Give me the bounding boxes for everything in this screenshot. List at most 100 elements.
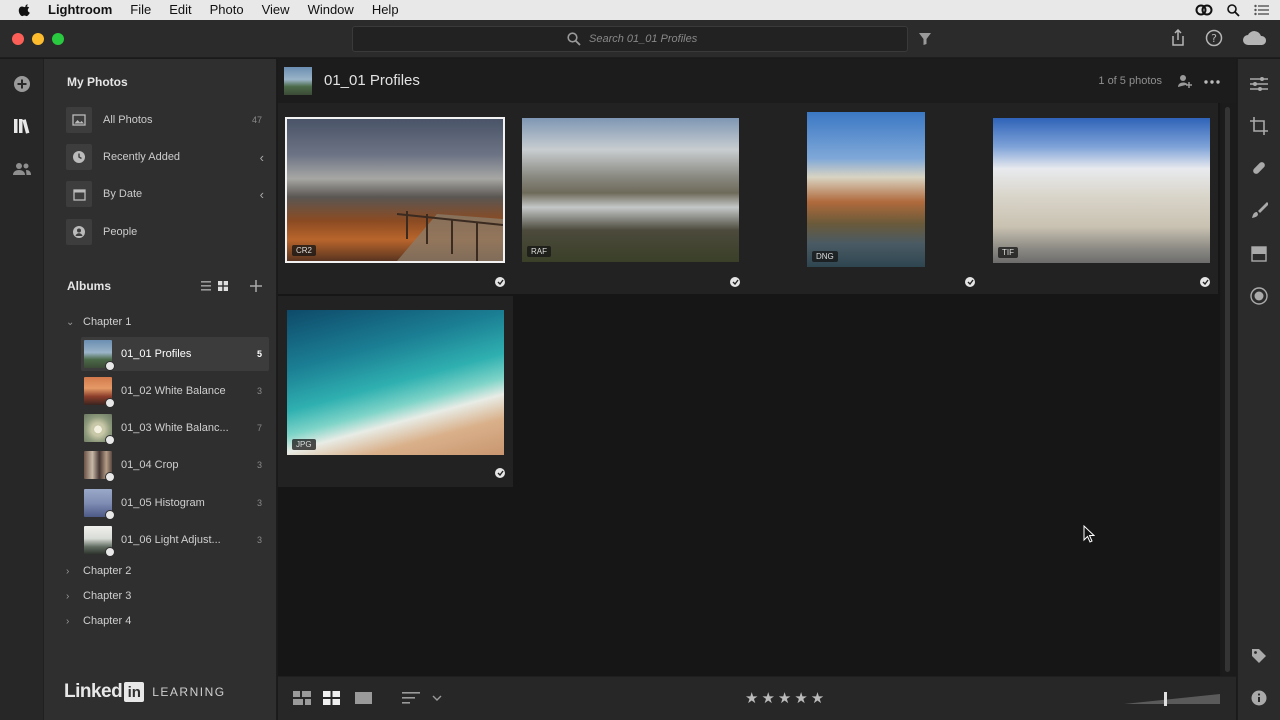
album-item-01-01-profiles[interactable]: 01_01 Profiles 5 bbox=[81, 337, 269, 371]
notification-center-icon[interactable] bbox=[1254, 4, 1270, 16]
menu-view[interactable]: View bbox=[262, 0, 290, 20]
search-input[interactable]: Search 01_01 Profiles bbox=[352, 26, 908, 52]
album-item-01-02-white-balance[interactable]: 01_02 White Balance 3 bbox=[81, 374, 269, 408]
folder-chapter-2[interactable]: › Chapter 2 bbox=[66, 562, 131, 580]
thumbnail-view-icon[interactable] bbox=[218, 281, 228, 291]
album-item-01-05-histogram[interactable]: 01_05 Histogram 3 bbox=[81, 486, 269, 520]
apple-icon[interactable] bbox=[18, 3, 32, 17]
scrollbar-thumb[interactable] bbox=[1225, 107, 1230, 672]
minimize-window-button[interactable] bbox=[32, 33, 44, 45]
photo-capitol[interactable]: TIF bbox=[993, 118, 1210, 263]
add-photos-button[interactable] bbox=[10, 72, 34, 96]
thumbnail-size-slider[interactable] bbox=[1124, 692, 1220, 706]
photo-count: 1 of 5 photos bbox=[1098, 75, 1162, 87]
cloud-sync-icon[interactable] bbox=[1242, 30, 1268, 46]
square-grid-view-icon[interactable] bbox=[293, 691, 311, 705]
chevron-left-icon[interactable]: ‹ bbox=[260, 150, 264, 165]
synced-check-icon bbox=[965, 277, 975, 287]
photo-palms-building[interactable]: DNG bbox=[807, 112, 925, 267]
album-thumbnail bbox=[84, 377, 115, 408]
shared-panel-button[interactable] bbox=[10, 157, 34, 181]
sidebar-item-recently-added[interactable]: Recently Added ‹ bbox=[66, 142, 270, 172]
grid-scrollbar[interactable] bbox=[1222, 103, 1236, 676]
photo-grid-view-icon[interactable] bbox=[323, 691, 340, 705]
spotlight-search-icon[interactable] bbox=[1227, 3, 1240, 17]
healing-brush-button[interactable] bbox=[1249, 158, 1269, 178]
menu-help[interactable]: Help bbox=[372, 0, 399, 20]
album-label: 01_05 Histogram bbox=[121, 497, 205, 509]
radial-gradient-icon bbox=[1250, 287, 1268, 305]
album-thumbnail bbox=[84, 489, 115, 520]
synced-check-icon bbox=[495, 277, 505, 287]
crop-icon bbox=[1250, 117, 1268, 135]
album-count: 3 bbox=[256, 460, 262, 470]
album-title: 01_01 Profiles bbox=[324, 72, 420, 89]
folder-chapter-4[interactable]: › Chapter 4 bbox=[66, 612, 131, 630]
linear-gradient-icon bbox=[1251, 246, 1267, 262]
chevron-down-icon[interactable] bbox=[432, 695, 442, 701]
clock-icon bbox=[73, 151, 85, 163]
folder-label: Chapter 1 bbox=[83, 316, 132, 328]
my-photos-panel-button[interactable] bbox=[10, 114, 34, 138]
photo-tile[interactable]: DNG bbox=[748, 103, 983, 294]
edit-panel-button[interactable] bbox=[1249, 74, 1269, 94]
radial-gradient-button[interactable] bbox=[1249, 286, 1269, 306]
menu-photo[interactable]: Photo bbox=[210, 0, 244, 20]
tag-icon bbox=[1252, 649, 1266, 663]
share-icon[interactable] bbox=[1170, 29, 1186, 47]
synced-check-icon bbox=[495, 468, 505, 478]
album-item-01-03-white-balance[interactable]: 01_03 White Balanc... 7 bbox=[81, 411, 269, 445]
detail-view-icon[interactable] bbox=[355, 691, 372, 705]
help-icon[interactable]: ? bbox=[1205, 29, 1223, 47]
sidebar-item-by-date[interactable]: By Date ‹ bbox=[66, 179, 270, 209]
sort-icon[interactable] bbox=[402, 691, 420, 705]
photo-mountain-clouds[interactable]: RAF bbox=[522, 118, 739, 262]
plus-circle-icon bbox=[14, 76, 30, 92]
menu-app-name[interactable]: Lightroom bbox=[48, 0, 112, 20]
crop-panel-button[interactable] bbox=[1249, 116, 1269, 136]
chevron-right-icon[interactable]: › bbox=[66, 616, 78, 627]
sidebar-item-label: Recently Added bbox=[103, 151, 181, 163]
linear-gradient-button[interactable] bbox=[1249, 244, 1269, 264]
sliders-icon bbox=[1250, 77, 1268, 91]
close-window-button[interactable] bbox=[12, 33, 24, 45]
info-button[interactable] bbox=[1249, 688, 1269, 708]
filter-icon[interactable] bbox=[918, 32, 932, 46]
menu-edit[interactable]: Edit bbox=[169, 0, 191, 20]
photo-beach[interactable]: JPG bbox=[287, 310, 504, 455]
chevron-right-icon[interactable]: › bbox=[66, 591, 78, 602]
folder-chapter-1[interactable]: ⌄ Chapter 1 bbox=[66, 313, 131, 331]
photo-tile[interactable]: TIF bbox=[983, 103, 1218, 294]
synced-check-icon bbox=[105, 547, 115, 557]
photo-tile[interactable]: RAF bbox=[513, 103, 748, 294]
star-rating[interactable]: ★★★★★ bbox=[745, 689, 827, 707]
sidebar-item-all-photos[interactable]: All Photos 47 bbox=[66, 105, 270, 135]
menu-file[interactable]: File bbox=[130, 0, 151, 20]
album-header: 01_01 Profiles 1 of 5 photos bbox=[278, 59, 1236, 103]
album-thumbnail bbox=[84, 414, 115, 445]
bandage-icon bbox=[1253, 162, 1265, 174]
chevron-down-icon[interactable]: ⌄ bbox=[66, 317, 78, 328]
album-thumbnail bbox=[84, 526, 115, 557]
keywords-button[interactable] bbox=[1249, 646, 1269, 666]
my-photos-sidebar: My Photos All Photos 47 Recently Added ‹… bbox=[44, 59, 277, 720]
zoom-window-button[interactable] bbox=[52, 33, 64, 45]
creative-cloud-icon[interactable] bbox=[1195, 4, 1213, 16]
synced-check-icon bbox=[105, 398, 115, 408]
chevron-left-icon[interactable]: ‹ bbox=[260, 187, 264, 202]
more-options-icon[interactable] bbox=[1204, 80, 1220, 84]
people-tag-icon[interactable] bbox=[1177, 73, 1193, 89]
folder-chapter-3[interactable]: › Chapter 3 bbox=[66, 587, 131, 605]
album-item-01-04-crop[interactable]: 01_04 Crop 3 bbox=[81, 448, 269, 482]
album-item-01-06-light-adjust[interactable]: 01_06 Light Adjust... 3 bbox=[81, 523, 269, 557]
brush-button[interactable] bbox=[1249, 200, 1269, 220]
menu-window[interactable]: Window bbox=[308, 0, 354, 20]
photo-tile[interactable]: CR2 bbox=[278, 103, 513, 294]
sidebar-item-people[interactable]: People bbox=[66, 217, 270, 247]
photo-tile[interactable]: JPG bbox=[278, 296, 513, 487]
photo-boardwalk-sunset[interactable]: CR2 bbox=[285, 117, 505, 263]
add-album-icon[interactable] bbox=[250, 280, 262, 292]
chevron-right-icon[interactable]: › bbox=[66, 566, 78, 577]
list-view-icon[interactable] bbox=[201, 281, 211, 291]
album-label: 01_06 Light Adjust... bbox=[121, 534, 221, 546]
